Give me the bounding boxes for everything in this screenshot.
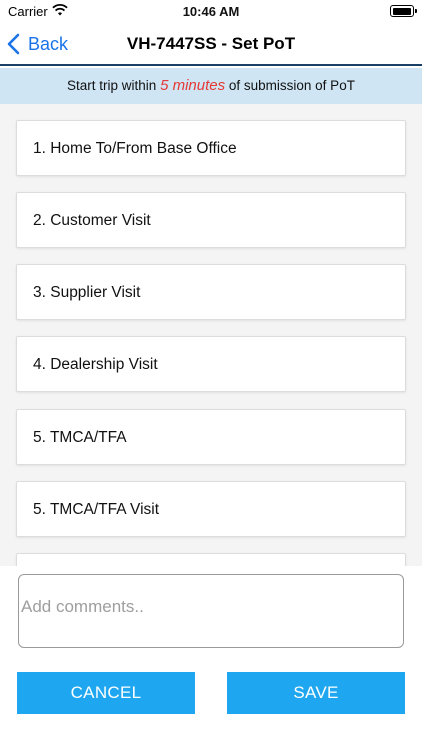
cancel-button[interactable]: CANCEL xyxy=(17,672,195,714)
purpose-item-home-base-office[interactable]: 1. Home To/From Base Office xyxy=(16,120,406,176)
purpose-item-label: 4. Dealership Visit xyxy=(33,356,158,373)
purpose-item-dealership-visit[interactable]: 4. Dealership Visit xyxy=(16,336,406,392)
comments-field[interactable] xyxy=(18,574,404,648)
clock: 10:46 AM xyxy=(182,4,240,19)
purpose-list[interactable]: 1. Home To/From Base Office 2. Customer … xyxy=(0,104,422,566)
navigation-bar: Back VH-7447SS - Set PoT xyxy=(0,22,422,66)
purpose-item-label: 5. TMCA/TFA xyxy=(33,429,127,446)
notice-suffix: of submission of PoT xyxy=(228,78,355,93)
trip-start-notice: Start trip within 5 minutes of submissio… xyxy=(0,68,422,104)
purpose-item-label: 1. Home To/From Base Office xyxy=(33,140,237,157)
purpose-item-partial[interactable] xyxy=(16,553,406,566)
notice-prefix: Start trip within xyxy=(67,78,157,93)
purpose-item-label: 2. Customer Visit xyxy=(33,212,151,229)
purpose-item-supplier-visit[interactable]: 3. Supplier Visit xyxy=(16,264,406,320)
page-title: VH-7447SS - Set PoT xyxy=(126,34,296,53)
battery-icon xyxy=(390,5,417,17)
purpose-item-label: 3. Supplier Visit xyxy=(33,284,141,301)
purpose-item-tmca-tfa-visit[interactable]: 5. TMCA/TFA Visit xyxy=(16,481,406,537)
status-bar: Carrier 10:46 AM xyxy=(0,0,422,22)
purpose-item-customer-visit[interactable]: 2. Customer Visit xyxy=(16,192,406,248)
notice-highlight: 5 minutes xyxy=(160,77,226,94)
purpose-item-label: 5. TMCA/TFA Visit xyxy=(33,501,160,518)
save-button[interactable]: SAVE xyxy=(227,672,405,714)
purpose-item-tmca-tfa[interactable]: 5. TMCA/TFA xyxy=(16,409,406,465)
